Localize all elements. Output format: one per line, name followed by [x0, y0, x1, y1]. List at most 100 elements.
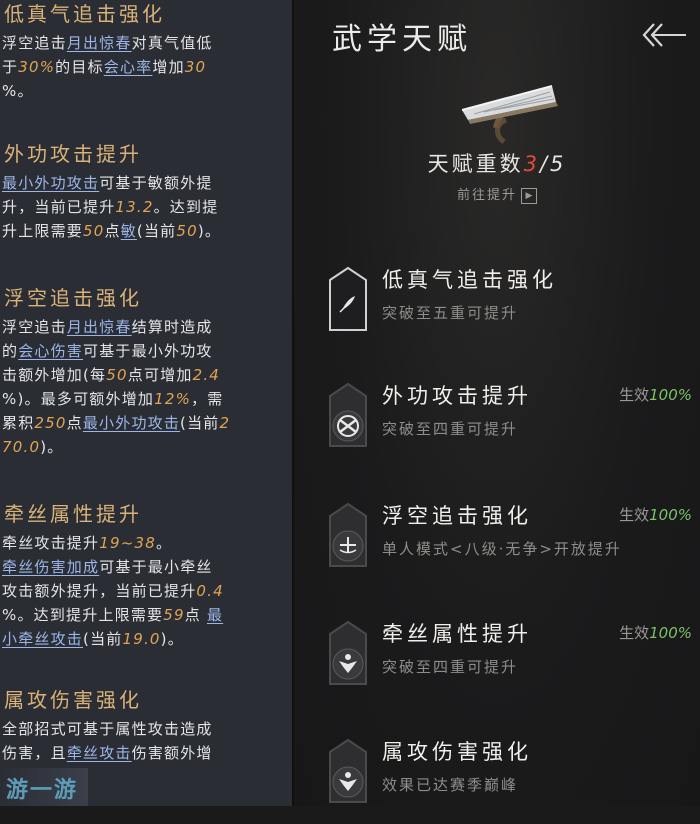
highlight-value: 30: [184, 58, 207, 76]
body-line: 最小外功攻击可基于敏额外提: [2, 171, 288, 195]
body-line: 击额外增加(每50点可增加2.4: [2, 363, 288, 387]
body-text: 点可增加: [127, 366, 193, 384]
body-text: 累积: [2, 414, 35, 432]
term-link[interactable]: 最小外功攻击: [2, 174, 99, 192]
body-text: 击额外增加(每: [2, 366, 107, 384]
talent-count-current: 3: [523, 152, 540, 176]
talent-description-panel: 低真气追击强化 浮空追击月出惊春对真气值低 于30%的目标会心率增加30%。 外功攻击…: [0, 0, 292, 806]
highlight-value: 50: [176, 222, 198, 240]
body-line: 攻击额外提升，当前已提升0.4: [2, 579, 288, 603]
talent-count: 天赋重数3/5: [294, 148, 700, 178]
section-body: 牵丝攻击提升19~38。 牵丝伤害加成可基于最小牵丝 攻击额外提升，当前已提升0.4…: [2, 531, 288, 651]
talent-name: 牵丝属性提升: [382, 622, 532, 646]
talent-item[interactable]: 低真气追击强化 突破至五重可提升: [294, 260, 700, 352]
body-text: 浮空追击: [2, 318, 67, 336]
talent-description-section: 外功攻击提升 最小外功攻击可基于敏额外提 升，当前已提升13.2。达到提 升上限需要5…: [0, 140, 292, 243]
effect-label: 生效: [619, 624, 650, 642]
body-line: 牵丝伤害加成可基于最小牵丝: [2, 555, 288, 579]
section-body: 浮空追击月出惊春结算时造成 的会心伤害可基于最小外功攻 击额外增加(每50点可增加2…: [2, 315, 288, 459]
highlight-value: 2: [219, 414, 231, 432]
body-text: 点: [184, 606, 207, 624]
highlight-value: 50: [106, 366, 128, 384]
talent-requirement: 单人模式<八级·无争>开放提升: [382, 540, 622, 558]
body-text: 。达到提: [153, 198, 219, 216]
back-arrow-icon[interactable]: [640, 18, 688, 52]
highlight-value: 13.2: [115, 198, 154, 216]
body-text: 可基于敏额外提: [99, 174, 213, 192]
effect-percent: 100%: [649, 386, 692, 404]
highlight-value: 59: [163, 606, 185, 624]
watermark-logo: 游一游: [0, 768, 88, 806]
feather-icon: [328, 266, 368, 332]
effect-label: 生效: [619, 506, 650, 524]
body-line: 的会心伤害可基于最小外功攻: [2, 339, 288, 363]
body-text: %。: [2, 82, 34, 100]
highlight-value: 30%: [18, 58, 56, 76]
body-line: 升上限需要50点敏(当前50)。: [2, 219, 288, 243]
martial-talent-panel: 武学天赋 天赋重数3/5 前往提升 ▶ 低真气追击强化 突破至五重可提升 外功攻击提升…: [294, 0, 700, 806]
term-link[interactable]: 敏: [121, 222, 137, 240]
talent-item[interactable]: 属攻伤害强化效果已达赛季巅峰: [294, 732, 700, 824]
body-text: 全部招式可基于属性攻击造成: [2, 720, 213, 738]
body-text: )。: [160, 630, 184, 648]
highlight-value: 2.4: [192, 366, 221, 384]
body-text: (当前: [180, 414, 220, 432]
highlight-value: 19~38: [99, 534, 156, 552]
body-line: 浮空追击月出惊春对真气值低: [2, 31, 288, 55]
body-text: 攻击额外提升，当前已提升: [2, 582, 197, 600]
highlight-value: 19.0: [122, 630, 161, 648]
talent-requirement: 突破至四重可提升: [382, 420, 519, 438]
highlight-value: 12%: [154, 390, 192, 408]
play-arrow-icon: ▶: [521, 187, 537, 204]
highlight-value: 50: [83, 222, 105, 240]
body-line: 全部招式可基于属性攻击造成: [2, 717, 288, 741]
body-line: %。达到提升上限需要59点 最: [2, 603, 288, 627]
page-title: 武学天赋: [332, 22, 472, 57]
body-line: 牵丝攻击提升19~38。: [2, 531, 288, 555]
term-link[interactable]: 会心伤害: [18, 342, 83, 360]
talent-effect-status: 生效100%: [619, 384, 692, 405]
body-text: 浮空追击: [2, 34, 67, 52]
talent-name: 属攻伤害强化: [382, 740, 532, 764]
body-text: 伤害额外增: [131, 744, 213, 762]
talent-requirement: 突破至五重可提升: [382, 304, 519, 322]
term-link[interactable]: 牵丝攻击: [67, 744, 132, 762]
body-text: )。: [197, 222, 222, 240]
effect-percent: 100%: [649, 506, 692, 524]
body-line: %)。最多可额外增加12%，需: [2, 387, 288, 411]
body-line: 70.0)。: [2, 435, 288, 459]
goto-upgrade-link[interactable]: 前往提升 ▶: [294, 184, 700, 204]
goto-upgrade-label: 前往提升: [456, 188, 517, 203]
talent-description-section: 低真气追击强化 浮空追击月出惊春对真气值低 于30%的目标会心率增加30 %。: [0, 0, 292, 103]
body-text: 升上限需要: [2, 222, 84, 240]
talent-item[interactable]: 牵丝属性提升 突破至四重可提升 生效100%: [294, 614, 700, 706]
section-heading: 低真气追击强化: [4, 2, 165, 26]
section-heading: 浮空追击强化: [4, 286, 142, 310]
body-text: 牵丝攻击提升: [2, 534, 100, 552]
body-text: 可基于最小牵丝: [99, 558, 213, 576]
body-line: %。: [2, 79, 288, 103]
term-link[interactable]: 月出惊春: [67, 34, 132, 52]
term-link[interactable]: 会心率: [104, 58, 153, 76]
term-link[interactable]: 最小外功攻击: [83, 414, 180, 432]
body-text: 点: [104, 222, 121, 240]
term-link[interactable]: 牵丝伤害加成: [2, 558, 99, 576]
body-line: 浮空追击月出惊春结算时造成: [2, 315, 288, 339]
term-link[interactable]: 最: [207, 606, 223, 624]
talent-description-section: 浮空追击强化 浮空追击月出惊春结算时造成 的会心伤害可基于最小外功攻 击额外增加(每5…: [0, 284, 292, 459]
body-text: 增加: [152, 58, 185, 76]
term-link[interactable]: 月出惊春: [67, 318, 132, 336]
body-text: (当前: [83, 630, 123, 648]
highlight-value: 0.4: [196, 582, 224, 600]
term-link[interactable]: 小牵丝攻击: [2, 630, 83, 648]
body-text: 升，当前已提升: [2, 198, 116, 216]
cross-icon: [328, 502, 368, 568]
talent-requirement: 效果已达赛季巅峰: [382, 776, 519, 794]
section-body: 最小外功攻击可基于敏额外提 升，当前已提升13.2。达到提 升上限需要50点敏(当前…: [2, 171, 288, 243]
body-text: 的: [2, 342, 19, 360]
body-line: 升，当前已提升13.2。达到提: [2, 195, 288, 219]
talent-item[interactable]: 浮空追击强化 单人模式<八级·无争>开放提升 生效100%: [294, 496, 700, 588]
talent-item[interactable]: 外功攻击提升 突破至四重可提升 生效100%: [294, 376, 700, 468]
body-text: 结算时造成: [131, 318, 213, 336]
highlight-value: 250: [34, 414, 67, 432]
